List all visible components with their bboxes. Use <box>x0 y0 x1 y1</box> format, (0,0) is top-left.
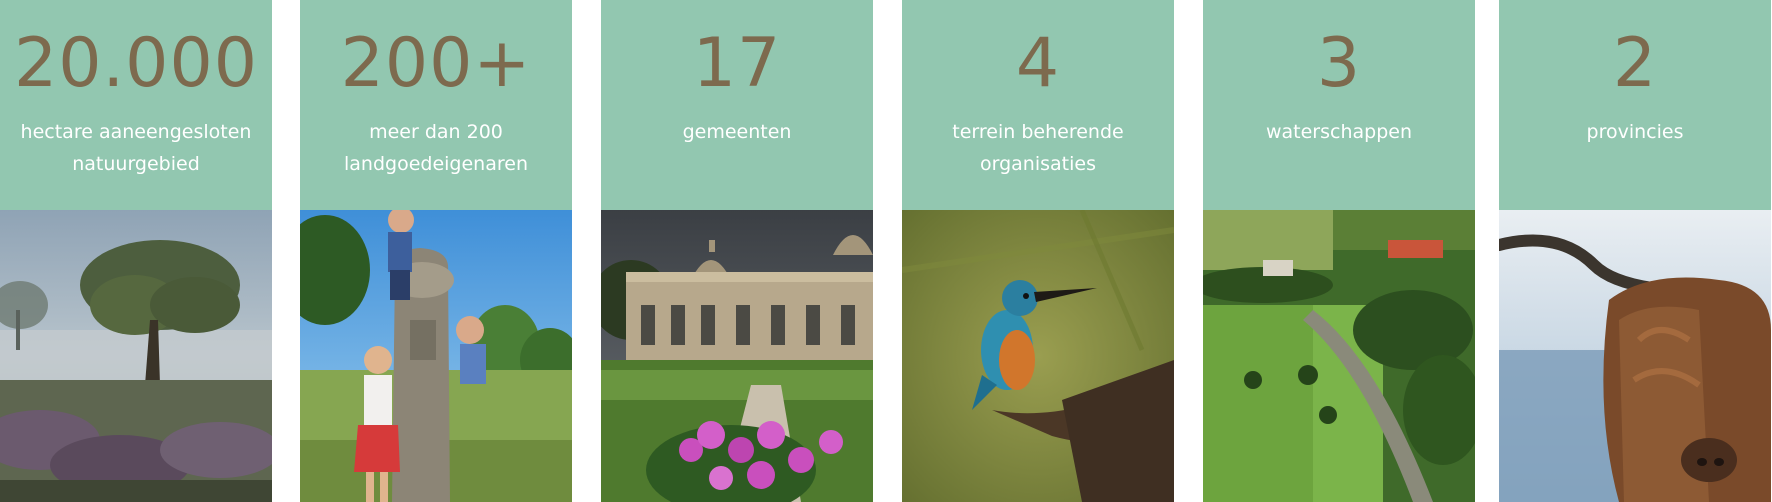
stat-card-water-boards: 3 waterschappen <box>1203 0 1475 502</box>
stat-card-header: 200+ meer dan 200 landgoedeigenaren <box>300 0 572 210</box>
kingfisher-photo <box>902 210 1174 502</box>
misty-heathland-photo <box>0 210 272 502</box>
stat-caption-line: organisaties <box>980 153 1096 175</box>
stat-card-estate-owners: 200+ meer dan 200 landgoedeigenaren <box>300 0 572 502</box>
stat-caption-line: provincies <box>1586 121 1684 143</box>
stat-number: 20.000 <box>14 24 258 103</box>
stat-caption: provincies <box>1507 116 1763 148</box>
stat-number: 4 <box>1015 24 1061 103</box>
stat-number: 2 <box>1612 24 1658 103</box>
stat-caption-line: meer dan 200 <box>369 121 503 143</box>
stat-card-header: 20.000 hectare aaneengesloten natuurgebi… <box>0 0 272 210</box>
stat-caption-line: terrein beherende <box>952 121 1124 143</box>
stat-caption: gemeenten <box>609 116 865 148</box>
stat-number: 17 <box>692 24 782 103</box>
stat-caption: terrein beherende organisaties <box>910 116 1166 180</box>
stat-card-header: 2 provincies <box>1499 0 1771 210</box>
stat-card-nature-area: 20.000 hectare aaneengesloten natuurgebi… <box>0 0 272 502</box>
stat-card-header: 3 waterschappen <box>1203 0 1475 210</box>
stat-caption-line: landgoedeigenaren <box>344 153 528 175</box>
stat-card-land-organisations: 4 terrein beherende organisaties <box>902 0 1174 502</box>
children-statue-photo <box>300 210 572 502</box>
stat-card-municipalities: 17 gemeenten <box>601 0 873 502</box>
stat-caption-line: hectare aaneengesloten <box>20 121 252 143</box>
stat-caption-line: waterschappen <box>1265 121 1413 143</box>
stat-caption: meer dan 200 landgoedeigenaren <box>308 116 564 180</box>
stat-card-header: 4 terrein beherende organisaties <box>902 0 1174 210</box>
stat-number: 200+ <box>340 24 532 103</box>
stat-caption: waterschappen <box>1211 116 1467 148</box>
stat-caption-line: gemeenten <box>682 121 792 143</box>
statistics-strip: 20.000 hectare aaneengesloten natuurgebi… <box>0 0 1772 502</box>
highland-cow-photo <box>1499 210 1771 502</box>
stat-caption-line: natuurgebied <box>72 153 200 175</box>
aerial-landscape-photo <box>1203 210 1475 502</box>
orangery-building-photo <box>601 210 873 502</box>
stat-card-provinces: 2 provincies <box>1499 0 1771 502</box>
stat-caption: hectare aaneengesloten natuurgebied <box>8 116 264 180</box>
stat-card-header: 17 gemeenten <box>601 0 873 210</box>
stat-number: 3 <box>1316 24 1362 103</box>
